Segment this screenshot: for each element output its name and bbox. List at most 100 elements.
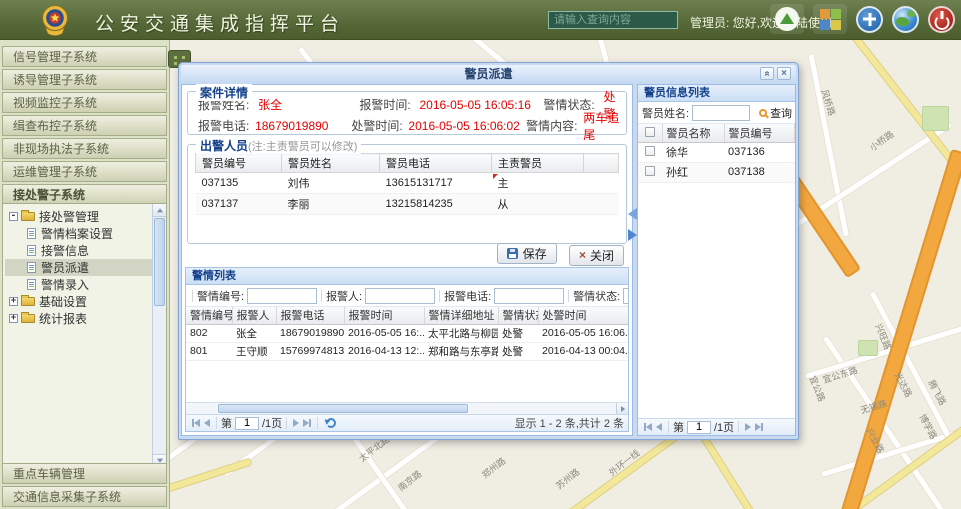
table-row[interactable]: 801王守顺 157699748132016-04-13 12:... 郑和路与…: [186, 342, 628, 360]
toolbar-separator: [439, 290, 440, 302]
column-header[interactable]: 警员姓名: [282, 154, 380, 173]
phone-input[interactable]: [494, 288, 564, 304]
filter-label-alert-id: 警情编号:: [197, 288, 244, 304]
table-row[interactable]: 802张全 186790198902016-05-05 16:... 太平北路与…: [186, 324, 628, 342]
refresh-icon[interactable]: [326, 418, 336, 428]
map-road-label: 郑州路: [479, 454, 508, 481]
tree-node-officer-dispatch[interactable]: 警员派遣: [5, 259, 152, 276]
sidebar-item-guidance[interactable]: 诱导管理子系统: [2, 69, 167, 90]
dispatch-window: 警员派遣 « × 案件详情 报警姓名: 张全 报警时间: 2016-05-05 …: [178, 62, 799, 440]
column-header[interactable]: 警员编号: [196, 154, 282, 173]
cell-main-role[interactable]: 从: [492, 194, 584, 215]
column-header[interactable]: 报警人: [232, 307, 276, 324]
search-button-label: 查询: [770, 105, 792, 121]
sidebar-item-ops[interactable]: 运维管理子系统: [2, 161, 167, 182]
column-header[interactable]: 报警电话: [276, 307, 344, 324]
column-header[interactable]: 警员编号: [724, 124, 795, 142]
folder-icon: [21, 314, 35, 323]
save-button[interactable]: 保存: [497, 243, 557, 264]
sidebar-item-signal[interactable]: 信号管理子系统: [2, 46, 167, 67]
save-button-label: 保存: [523, 245, 547, 262]
page-count-label: /1页: [262, 415, 282, 431]
move-left-arrow-button[interactable]: [628, 208, 637, 220]
collapse-window-button[interactable]: «: [760, 67, 774, 80]
next-page-button[interactable]: [293, 419, 299, 427]
first-page-button[interactable]: [644, 423, 652, 431]
page-number-input[interactable]: [235, 417, 259, 430]
table-row[interactable]: 孙红 037138: [638, 162, 795, 182]
table-row[interactable]: 徐华 037136: [638, 142, 795, 162]
checkbox-icon[interactable]: [645, 127, 655, 137]
prev-page-button[interactable]: [656, 423, 662, 431]
scroll-right-button[interactable]: [616, 403, 628, 414]
cell-officer-phone: 13215814235: [380, 194, 492, 215]
column-header[interactable]: 报警时间: [344, 307, 424, 324]
tree-node-statistics[interactable]: + 统计报表: [5, 310, 152, 327]
sidebar-item-video[interactable]: 视频监控子系统: [2, 92, 167, 113]
collapse-box-icon[interactable]: -: [9, 212, 18, 221]
status-combo-input[interactable]: [623, 288, 629, 304]
close-button[interactable]: × 关闭: [569, 245, 624, 266]
column-header-alert-id[interactable]: 警情编号: [186, 307, 232, 324]
sidebar-item-key-vehicles[interactable]: 重点车辆管理: [2, 463, 167, 484]
close-window-button[interactable]: ×: [777, 67, 791, 80]
tree-node-dispatch-mgmt[interactable]: - 接处警管理: [5, 208, 152, 225]
sidebar-item-offsite[interactable]: 非现场执法子系统: [2, 138, 167, 159]
scrollbar-thumb[interactable]: [154, 218, 165, 306]
field-label: 警情内容:: [526, 117, 583, 134]
officer-name-label: 警员姓名:: [642, 105, 689, 121]
alert-list-title: 警情列表: [186, 268, 628, 285]
tree-node-basic-setting[interactable]: + 基础设置: [5, 293, 152, 310]
logout-power-button[interactable]: [928, 6, 955, 33]
prev-page-button[interactable]: [204, 419, 210, 427]
app-title: 公安交通集成指挥平台: [95, 9, 345, 36]
hscrollbar-thumb[interactable]: [218, 404, 468, 413]
column-header[interactable]: 警情状态: [498, 307, 538, 324]
expand-box-icon[interactable]: +: [9, 297, 18, 306]
add-button[interactable]: [856, 6, 883, 33]
move-right-arrow-button[interactable]: [628, 229, 637, 241]
reporter-input[interactable]: [365, 288, 435, 304]
last-page-button[interactable]: [303, 419, 311, 427]
tree-node-alarm-entry[interactable]: 警情录入: [5, 276, 152, 293]
table-row[interactable]: 037135 刘伟 13615131717 主: [196, 173, 619, 194]
officer-search-button[interactable]: 查询: [754, 103, 797, 123]
first-page-button[interactable]: [192, 419, 200, 427]
table-row[interactable]: 037137 李丽 13215814235 从: [196, 194, 619, 215]
field-value: 18679019890: [255, 119, 351, 133]
tree-scrollbar[interactable]: [152, 204, 166, 467]
select-all-header[interactable]: [638, 124, 662, 142]
collapse-icon: «: [762, 71, 773, 77]
tree-node-alarm-info[interactable]: 接警信息: [5, 242, 152, 259]
save-icon: [507, 248, 518, 259]
officer-table: 警员名称 警员编号 徐华 037136 孙红 037138: [638, 124, 795, 183]
document-icon: [27, 245, 36, 256]
map-globe-button[interactable]: [892, 6, 919, 33]
alert-id-input[interactable]: [247, 288, 317, 304]
last-page-button[interactable]: [755, 423, 763, 431]
page-number-input[interactable]: [687, 421, 711, 434]
column-header[interactable]: 警情详细地址: [424, 307, 498, 324]
column-header[interactable]: 主责警员: [492, 154, 584, 173]
cell-main-role[interactable]: 主: [492, 173, 584, 194]
apps-grid-button[interactable]: [813, 4, 847, 34]
officer-name-input[interactable]: [692, 105, 750, 121]
expand-box-icon[interactable]: +: [9, 314, 18, 323]
next-page-button[interactable]: [745, 423, 751, 431]
global-search-input[interactable]: [548, 11, 678, 29]
status-combobox[interactable]: [623, 288, 629, 304]
refresh-system-button[interactable]: [770, 4, 804, 34]
tree-node-archive-setting[interactable]: 警情档案设置: [5, 225, 152, 242]
row-checkbox[interactable]: [645, 166, 655, 176]
scroll-up-button[interactable]: [153, 204, 166, 217]
column-header[interactable]: 处警时间: [538, 307, 628, 324]
sidebar-item-traffic-collection[interactable]: 交通信息采集子系统: [2, 486, 167, 507]
horizontal-scrollbar[interactable]: [186, 402, 628, 414]
dialog-titlebar[interactable]: 警员派遣 « ×: [181, 65, 796, 82]
column-header[interactable]: 警员电话: [380, 154, 492, 173]
dialog-button-row: 保存 × 关闭: [182, 243, 624, 265]
sidebar-item-checkpoint[interactable]: 缉查布控子系统: [2, 115, 167, 136]
column-header[interactable]: 警员名称: [662, 124, 724, 142]
sidebar-item-dispatch-system[interactable]: 接处警子系统: [2, 184, 167, 205]
row-checkbox[interactable]: [645, 146, 655, 156]
